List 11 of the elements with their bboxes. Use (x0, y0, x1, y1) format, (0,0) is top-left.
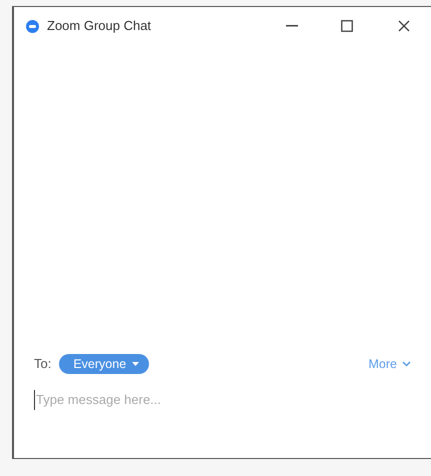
chevron-down-icon (402, 361, 411, 367)
message-input[interactable]: Type message here... (34, 390, 411, 410)
caret-icon (132, 362, 140, 366)
recipient-label: To: (34, 355, 52, 374)
more-dropdown[interactable]: More (368, 354, 411, 374)
close-icon (398, 20, 410, 32)
maximize-icon (341, 20, 353, 32)
app-logo-icon (26, 20, 39, 32)
window-title: Zoom Group Chat (47, 17, 152, 36)
recipient-dropdown[interactable]: Everyone (59, 354, 150, 374)
minimize-icon (286, 25, 298, 27)
